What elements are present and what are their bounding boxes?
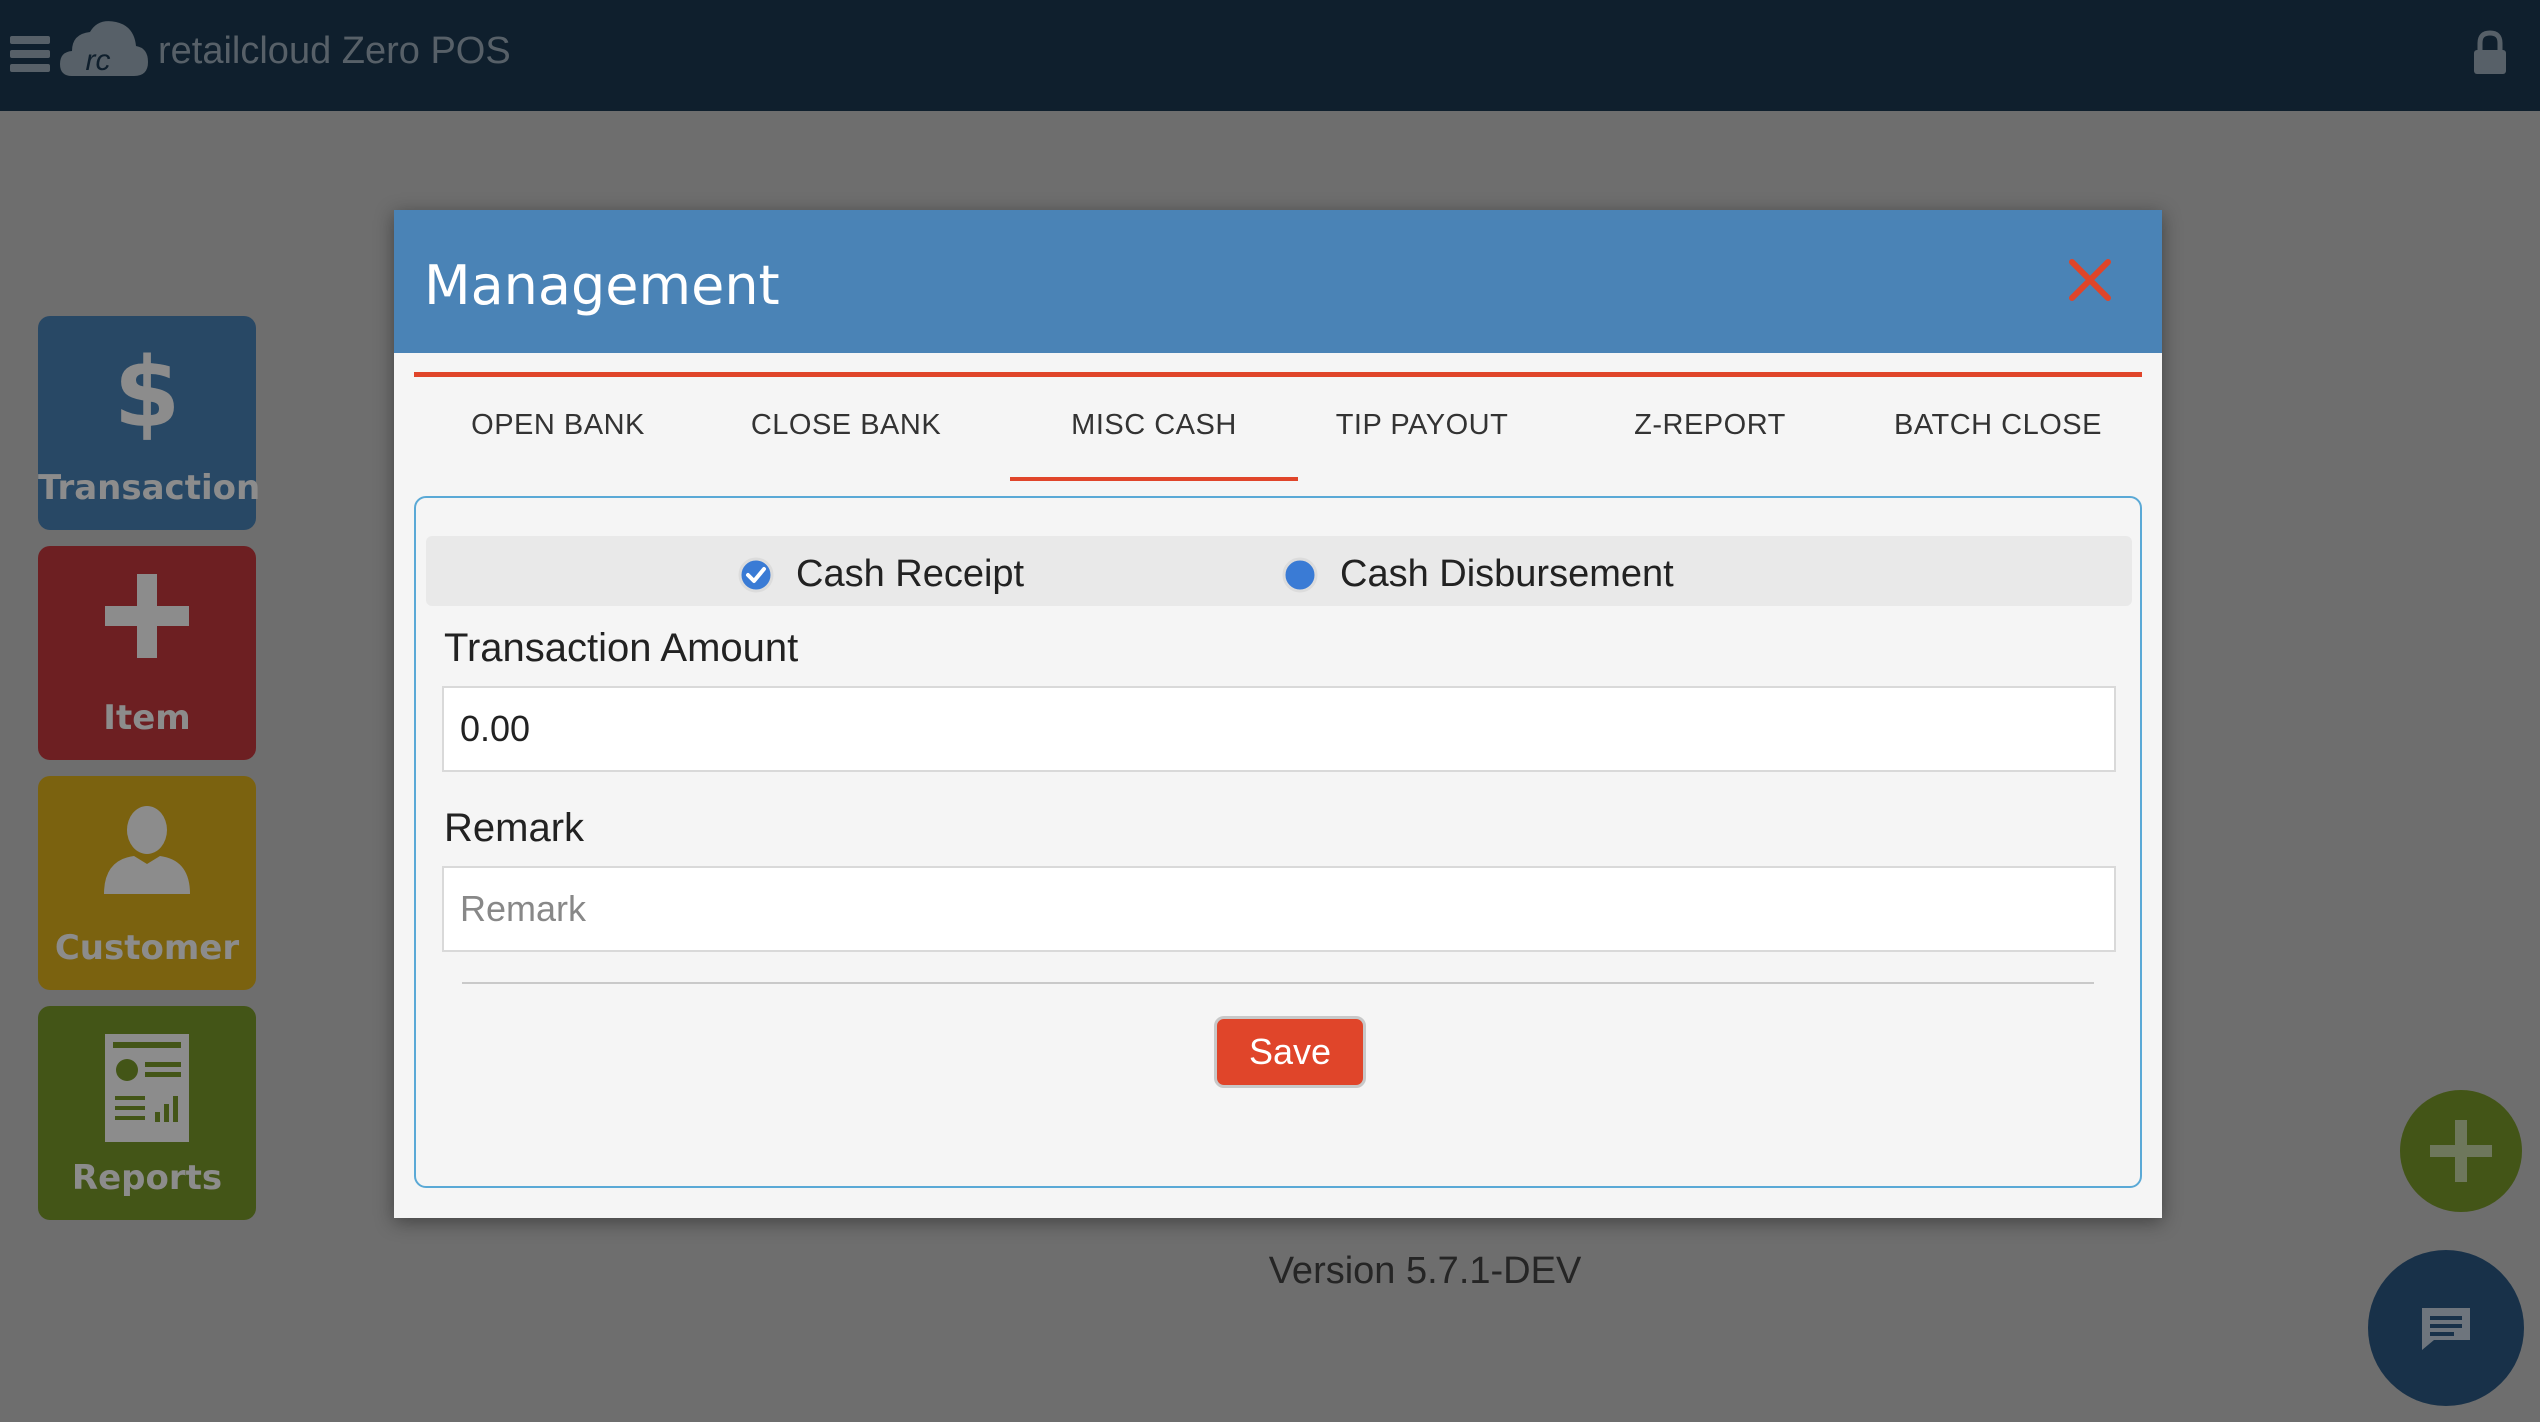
cash-receipt-radio[interactable]: Cash Receipt	[738, 553, 1024, 596]
close-icon[interactable]	[2066, 256, 2114, 304]
transaction-amount-label: Transaction Amount	[444, 626, 799, 670]
cash-disbursement-label: Cash Disbursement	[1340, 553, 1674, 595]
tab-open-bank[interactable]: OPEN BANK	[414, 409, 702, 442]
tab-tip-payout[interactable]: TIP PAYOUT	[1278, 409, 1566, 442]
transaction-amount-input[interactable]	[442, 686, 2116, 772]
tab-batch-close[interactable]: BATCH CLOSE	[1854, 409, 2142, 442]
dialog-title: Management	[424, 254, 780, 317]
checked-radio-icon	[738, 557, 774, 592]
cash-disbursement-radio[interactable]: Cash Disbursement	[1282, 553, 1674, 596]
remark-input[interactable]	[442, 866, 2116, 952]
remark-label: Remark	[444, 806, 585, 850]
transaction-type-group: Cash Receipt Cash Disbursement	[426, 536, 2132, 606]
tab-z-report[interactable]: Z-REPORT	[1566, 409, 1854, 442]
tab-bar: OPEN BANK CLOSE BANK MISC CASH TIP PAYOU…	[414, 372, 2142, 482]
save-button[interactable]: Save	[1214, 1016, 1366, 1088]
management-dialog: Management OPEN BANK CLOSE BANK MISC CAS…	[394, 210, 2162, 1218]
dialog-header: Management	[394, 210, 2162, 353]
cash-receipt-label: Cash Receipt	[796, 553, 1025, 595]
tab-close-bank[interactable]: CLOSE BANK	[702, 409, 990, 442]
radio-icon	[1282, 557, 1318, 592]
misc-cash-panel: Cash Receipt Cash Disbursement Transacti…	[414, 496, 2142, 1188]
divider	[462, 982, 2094, 984]
tab-misc-cash[interactable]: MISC CASH	[1010, 409, 1298, 481]
